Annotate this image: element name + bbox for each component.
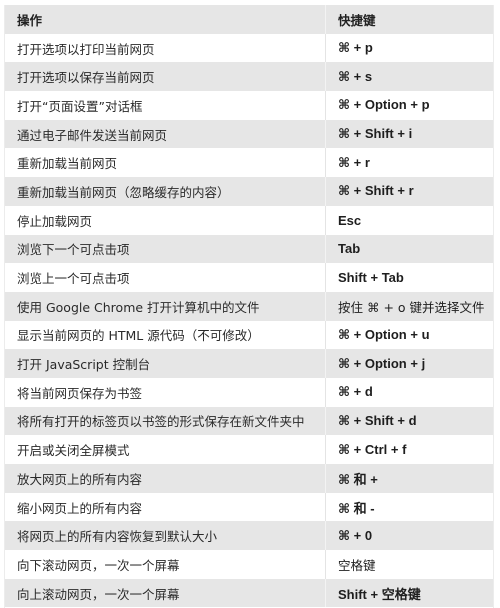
action-cell: 向下滚动网页，一次一个屏幕 [4, 550, 326, 579]
table-row: 通过电子邮件发送当前网页 ⌘ + Shift + i [4, 119, 494, 149]
action-cell: 显示当前网页的 HTML 源代码（不可修改） [4, 320, 326, 350]
table-row: 将当前网页保存为书签 ⌘ + d [4, 377, 494, 407]
shortcut-cell: ⌘ 和 - [338, 500, 375, 516]
shortcut-cell: ⌘ + r [338, 154, 370, 170]
table-row: 打开选项以保存当前网页 ⌘ + s [4, 62, 494, 92]
shortcut-cell: ⌘ + Option + u [338, 326, 430, 342]
action-cell: 缩小网页上的所有内容 [4, 492, 326, 522]
shortcut-cell: ⌘ + Option + p [338, 97, 430, 113]
action-cell: 使用 Google Chrome 打开计算机中的文件 [4, 291, 326, 321]
action-cell: 向上滚动网页，一次一个屏幕 [4, 578, 326, 608]
action-cell: 将当前网页保存为书签 [4, 377, 326, 407]
shortcut-cell: 按住 ⌘ + o 键并选择文件 [338, 299, 485, 315]
shortcut-cell: ⌘ + Shift + r [338, 183, 414, 199]
shortcut-cell: Shift + 空格键 [338, 586, 421, 602]
table-row: 打开“页面设置”对话框 ⌘ + Option + p [4, 91, 494, 120]
table-row: 浏览下一个可点击项 Tab [4, 234, 494, 264]
action-cell: 打开选项以打印当前网页 [4, 33, 326, 63]
table-row: 浏览上一个可点击项 Shift + Tab [4, 263, 494, 292]
action-cell: 浏览上一个可点击项 [4, 263, 326, 292]
shortcut-cell: ⌘ + d [338, 384, 373, 400]
table-row: 向下滚动网页，一次一个屏幕 空格键 [4, 550, 494, 579]
table-row: 放大网页上的所有内容 ⌘ 和 + [4, 464, 494, 493]
table-row: 将所有打开的标签页以书签的形式保存在新文件夹中 ⌘ + Shift + d [4, 406, 494, 436]
header-action: 操作 [4, 5, 326, 34]
table-row: 显示当前网页的 HTML 源代码（不可修改） ⌘ + Option + u [4, 320, 494, 350]
action-cell: 将网页上的所有内容恢复到默认大小 [4, 521, 326, 551]
action-cell: 打开“页面设置”对话框 [4, 91, 326, 120]
table-row: 重新加载当前网页 ⌘ + r [4, 148, 494, 178]
table-row: 重新加载当前网页（忽略缓存的内容） ⌘ + Shift + r [4, 177, 494, 206]
action-cell: 打开 JavaScript 控制台 [4, 349, 326, 378]
shortcut-cell: ⌘ + Shift + d [338, 412, 417, 428]
table-row: 缩小网页上的所有内容 ⌘ 和 - [4, 492, 494, 522]
table-row: 开启或关闭全屏模式 ⌘ + Ctrl + f [4, 435, 494, 464]
table-row: 打开 JavaScript 控制台 ⌘ + Option + j [4, 349, 494, 378]
table-row: 停止加载网页 Esc [4, 205, 494, 235]
action-cell: 将所有打开的标签页以书签的形式保存在新文件夹中 [4, 406, 326, 436]
shortcut-table: 操作 快捷键 打开选项以打印当前网页 ⌘ + p 打开选项以保存当前网页 ⌘ + s打… [4, 5, 494, 608]
header-shortcut: 快捷键 [338, 13, 376, 28]
shortcut-cell: ⌘ + Option + j [338, 355, 426, 371]
table-row: 使用 Google Chrome 打开计算机中的文件 按住 ⌘ + o 键并选择文… [4, 291, 494, 321]
table-row: 打开选项以打印当前网页 ⌘ + p [4, 33, 494, 63]
shortcut-cell: ⌘ + Shift + i [338, 126, 413, 142]
action-cell: 浏览下一个可点击项 [4, 234, 326, 264]
action-cell: 重新加载当前网页（忽略缓存的内容） [4, 177, 326, 206]
table-header-row: 操作 快捷键 [4, 5, 494, 34]
shortcut-cell: Tab [338, 241, 361, 257]
action-cell: 打开选项以保存当前网页 [4, 62, 326, 92]
shortcut-cell: Shift + Tab [338, 270, 404, 286]
shortcut-cell: ⌘ + p [338, 40, 373, 56]
table-row: 将网页上的所有内容恢复到默认大小 ⌘ + 0 [4, 521, 494, 551]
shortcut-cell: Esc [338, 212, 362, 228]
table-body: 打开选项以打印当前网页 ⌘ + p 打开选项以保存当前网页 ⌘ + s 打开“页面设置”… [4, 33, 494, 608]
table-row: 向上滚动网页，一次一个屏幕 Shift + 空格键 [4, 578, 494, 608]
action-cell: 停止加载网页 [4, 205, 326, 235]
shortcut-cell: ⌘ + Ctrl + f [338, 441, 407, 457]
shortcut-cell: 空格键 [338, 557, 376, 573]
action-cell: 通过电子邮件发送当前网页 [4, 119, 326, 149]
action-cell: 重新加载当前网页 [4, 148, 326, 178]
action-cell: 开启或关闭全屏模式 [4, 435, 326, 464]
shortcut-cell: ⌘ + 0 [338, 527, 373, 543]
shortcut-cell: ⌘ + s [338, 68, 373, 84]
shortcut-cell: ⌘ 和 + [338, 471, 378, 487]
action-cell: 放大网页上的所有内容 [4, 464, 326, 493]
